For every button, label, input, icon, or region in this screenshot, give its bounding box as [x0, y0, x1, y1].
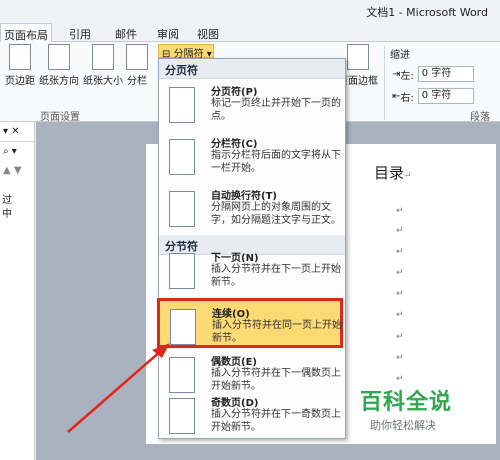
brand-tagline: 助你轻松解决: [370, 419, 436, 432]
brand-name: 百科全说: [360, 390, 453, 415]
watermark: 百科全说 助你轻松解决: [360, 384, 470, 433]
